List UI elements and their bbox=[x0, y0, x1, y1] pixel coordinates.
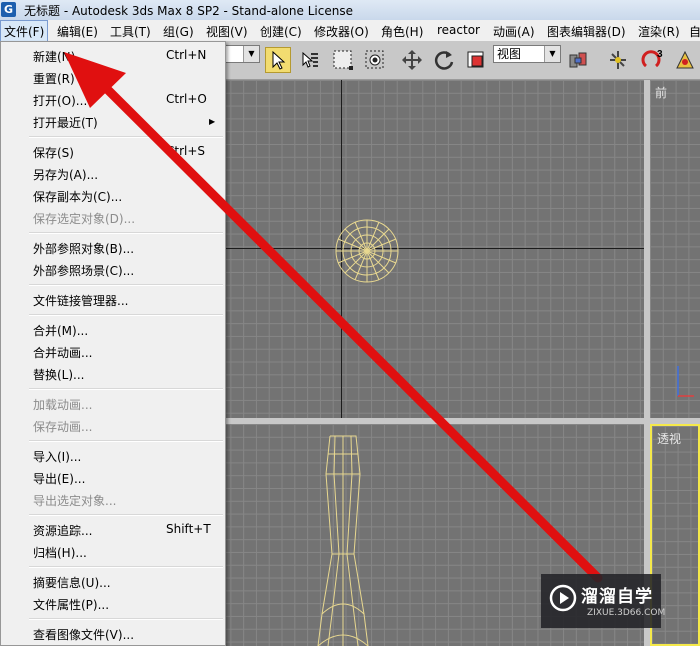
menu-item-save-selected: 保存选定对象(D)... bbox=[33, 212, 136, 226]
menu-item-replace[interactable]: 替换(L)... bbox=[33, 366, 85, 383]
menu-item-export-selected: 导出选定对象... bbox=[33, 494, 117, 508]
select-and-manipulate-button[interactable] bbox=[605, 47, 631, 73]
menu-item-import[interactable]: 导入(I)... bbox=[33, 448, 81, 465]
select-object-button[interactable] bbox=[265, 47, 291, 73]
watermark-title: 溜溜自学 bbox=[581, 587, 653, 607]
menu-separator bbox=[29, 388, 223, 390]
menu-item-new[interactable]: 新建(N)... bbox=[33, 48, 87, 65]
shortcut-save: Ctrl+S bbox=[166, 144, 206, 158]
menu-reactor[interactable]: reactor bbox=[437, 23, 480, 37]
menu-customize[interactable]: 自 bbox=[689, 23, 700, 40]
select-and-move-icon bbox=[402, 50, 422, 70]
menu-item-view-image-file[interactable]: 查看图像文件(V)... bbox=[33, 626, 134, 643]
menu-animation[interactable]: 动画(A) bbox=[493, 23, 535, 40]
viewport-front-label: 前 bbox=[655, 86, 668, 100]
menu-item-merge[interactable]: 合并(M)... bbox=[33, 322, 88, 339]
shortcut-new: Ctrl+N bbox=[166, 48, 207, 62]
select-by-name-icon bbox=[302, 51, 318, 68]
viewport-front[interactable]: 前 bbox=[650, 80, 700, 418]
select-object-icon bbox=[272, 50, 286, 70]
menu-separator bbox=[29, 232, 223, 234]
menu-item-asset-tracking[interactable]: 资源追踪... bbox=[33, 522, 92, 539]
select-and-manipulate-icon bbox=[610, 51, 626, 69]
reference-coordinate-dropdown[interactable]: 视图 ▼ bbox=[493, 45, 561, 63]
select-by-name-button[interactable] bbox=[297, 47, 323, 73]
viewport-perspective-label: 透视 bbox=[657, 432, 682, 446]
bottle-wireframe[interactable] bbox=[312, 434, 374, 646]
select-and-rotate-icon bbox=[434, 51, 454, 70]
menu-separator bbox=[29, 314, 223, 316]
menu-item-reset[interactable]: 重置(R) bbox=[33, 70, 75, 87]
menu-modifiers[interactable]: 修改器(O) bbox=[314, 23, 369, 40]
submenu-arrow-icon: ▶ bbox=[209, 117, 216, 126]
menu-separator bbox=[29, 440, 223, 442]
menu-item-load-animation: 加载动画... bbox=[33, 398, 93, 412]
select-and-rotate-button[interactable] bbox=[431, 47, 457, 73]
menu-item-summary-info[interactable]: 摘要信息(U)... bbox=[33, 574, 111, 591]
shortcut-asset-tracking: Shift+T bbox=[166, 522, 211, 536]
menu-rendering[interactable]: 渲染(R) bbox=[638, 23, 680, 40]
window-crossing-icon bbox=[365, 50, 384, 69]
menu-separator bbox=[29, 284, 223, 286]
watermark-play-icon bbox=[549, 584, 577, 612]
use-pivot-center-button[interactable] bbox=[565, 47, 591, 73]
menu-item-xref-scenes[interactable]: 外部参照场景(C)... bbox=[33, 262, 134, 279]
menu-separator bbox=[29, 514, 223, 516]
menu-item-xref-objects[interactable]: 外部参照对象(B)... bbox=[33, 240, 134, 257]
percent-snap-icon bbox=[676, 50, 694, 69]
window-title: 无标题 - Autodesk 3ds Max 8 SP2 - Stand-alo… bbox=[24, 4, 353, 18]
menu-edit[interactable]: 编辑(E) bbox=[57, 23, 98, 40]
menu-create[interactable]: 创建(C) bbox=[260, 23, 302, 40]
menu-item-archive[interactable]: 归档(H)... bbox=[33, 544, 87, 561]
menu-separator bbox=[29, 618, 223, 620]
select-and-scale-button[interactable] bbox=[463, 47, 489, 73]
menu-item-save-animation: 保存动画... bbox=[33, 420, 93, 434]
menu-character[interactable]: 角色(H) bbox=[381, 23, 423, 40]
app-icon[interactable]: G bbox=[1, 2, 16, 17]
menu-group[interactable]: 组(G) bbox=[163, 23, 194, 40]
menu-separator bbox=[29, 136, 223, 138]
menu-item-open[interactable]: 打开(O)... bbox=[33, 92, 87, 109]
menu-views[interactable]: 视图(V) bbox=[206, 23, 248, 40]
menu-separator bbox=[29, 566, 223, 568]
menu-item-save-copy-as[interactable]: 保存副本为(C)... bbox=[33, 188, 122, 205]
menu-item-save[interactable]: 保存(S) bbox=[33, 144, 74, 161]
shortcut-open: Ctrl+O bbox=[166, 92, 207, 106]
watermark-logo: 溜溜自学 ZIXUE.3D66.COM bbox=[541, 574, 665, 628]
sphere-wireframe-top[interactable] bbox=[334, 218, 400, 284]
axis-tripod-icon bbox=[677, 366, 694, 397]
menu-file[interactable]: 文件(F) bbox=[0, 20, 49, 43]
menu-tools[interactable]: 工具(T) bbox=[110, 23, 151, 40]
angle-snap-button[interactable]: 3 bbox=[640, 47, 666, 73]
file-menu-dropdown: 新建(N)... Ctrl+N 重置(R) 打开(O)... Ctrl+O 打开… bbox=[0, 41, 226, 646]
menu-item-file-properties[interactable]: 文件属性(P)... bbox=[33, 596, 109, 613]
rectangular-selection-icon bbox=[333, 50, 353, 70]
percent-snap-button[interactable] bbox=[672, 47, 698, 73]
menu-item-save-as[interactable]: 另存为(A)... bbox=[33, 166, 98, 183]
reference-coordinate-value: 视图 bbox=[497, 47, 522, 61]
window-crossing-button[interactable] bbox=[362, 47, 388, 73]
menu-item-open-recent[interactable]: 打开最近(T) bbox=[33, 114, 98, 131]
svg-text:3: 3 bbox=[657, 49, 663, 60]
angle-snap-icon: 3 bbox=[641, 49, 663, 68]
menu-graph-editors[interactable]: 图表编辑器(D) bbox=[547, 23, 626, 40]
rectangular-selection-button[interactable] bbox=[330, 47, 356, 73]
menu-item-merge-animation[interactable]: 合并动画... bbox=[33, 344, 92, 361]
menu-bar: 文件(F) 编辑(E) 工具(T) 组(G) 视图(V) 创建(C) 修改器(O… bbox=[0, 20, 700, 43]
watermark-url: ZIXUE.3D66.COM bbox=[587, 608, 666, 618]
select-and-scale-icon bbox=[467, 51, 484, 68]
title-bar: G 无标题 - Autodesk 3ds Max 8 SP2 - Stand-a… bbox=[0, 0, 700, 20]
menu-item-file-link-manager[interactable]: 文件链接管理器... bbox=[33, 292, 128, 309]
chevron-down-icon: ▼ bbox=[243, 46, 259, 62]
menu-item-export[interactable]: 导出(E)... bbox=[33, 470, 85, 487]
chevron-down-icon: ▼ bbox=[544, 46, 560, 62]
pivot-center-icon bbox=[569, 52, 587, 68]
select-and-move-button[interactable] bbox=[399, 47, 425, 73]
